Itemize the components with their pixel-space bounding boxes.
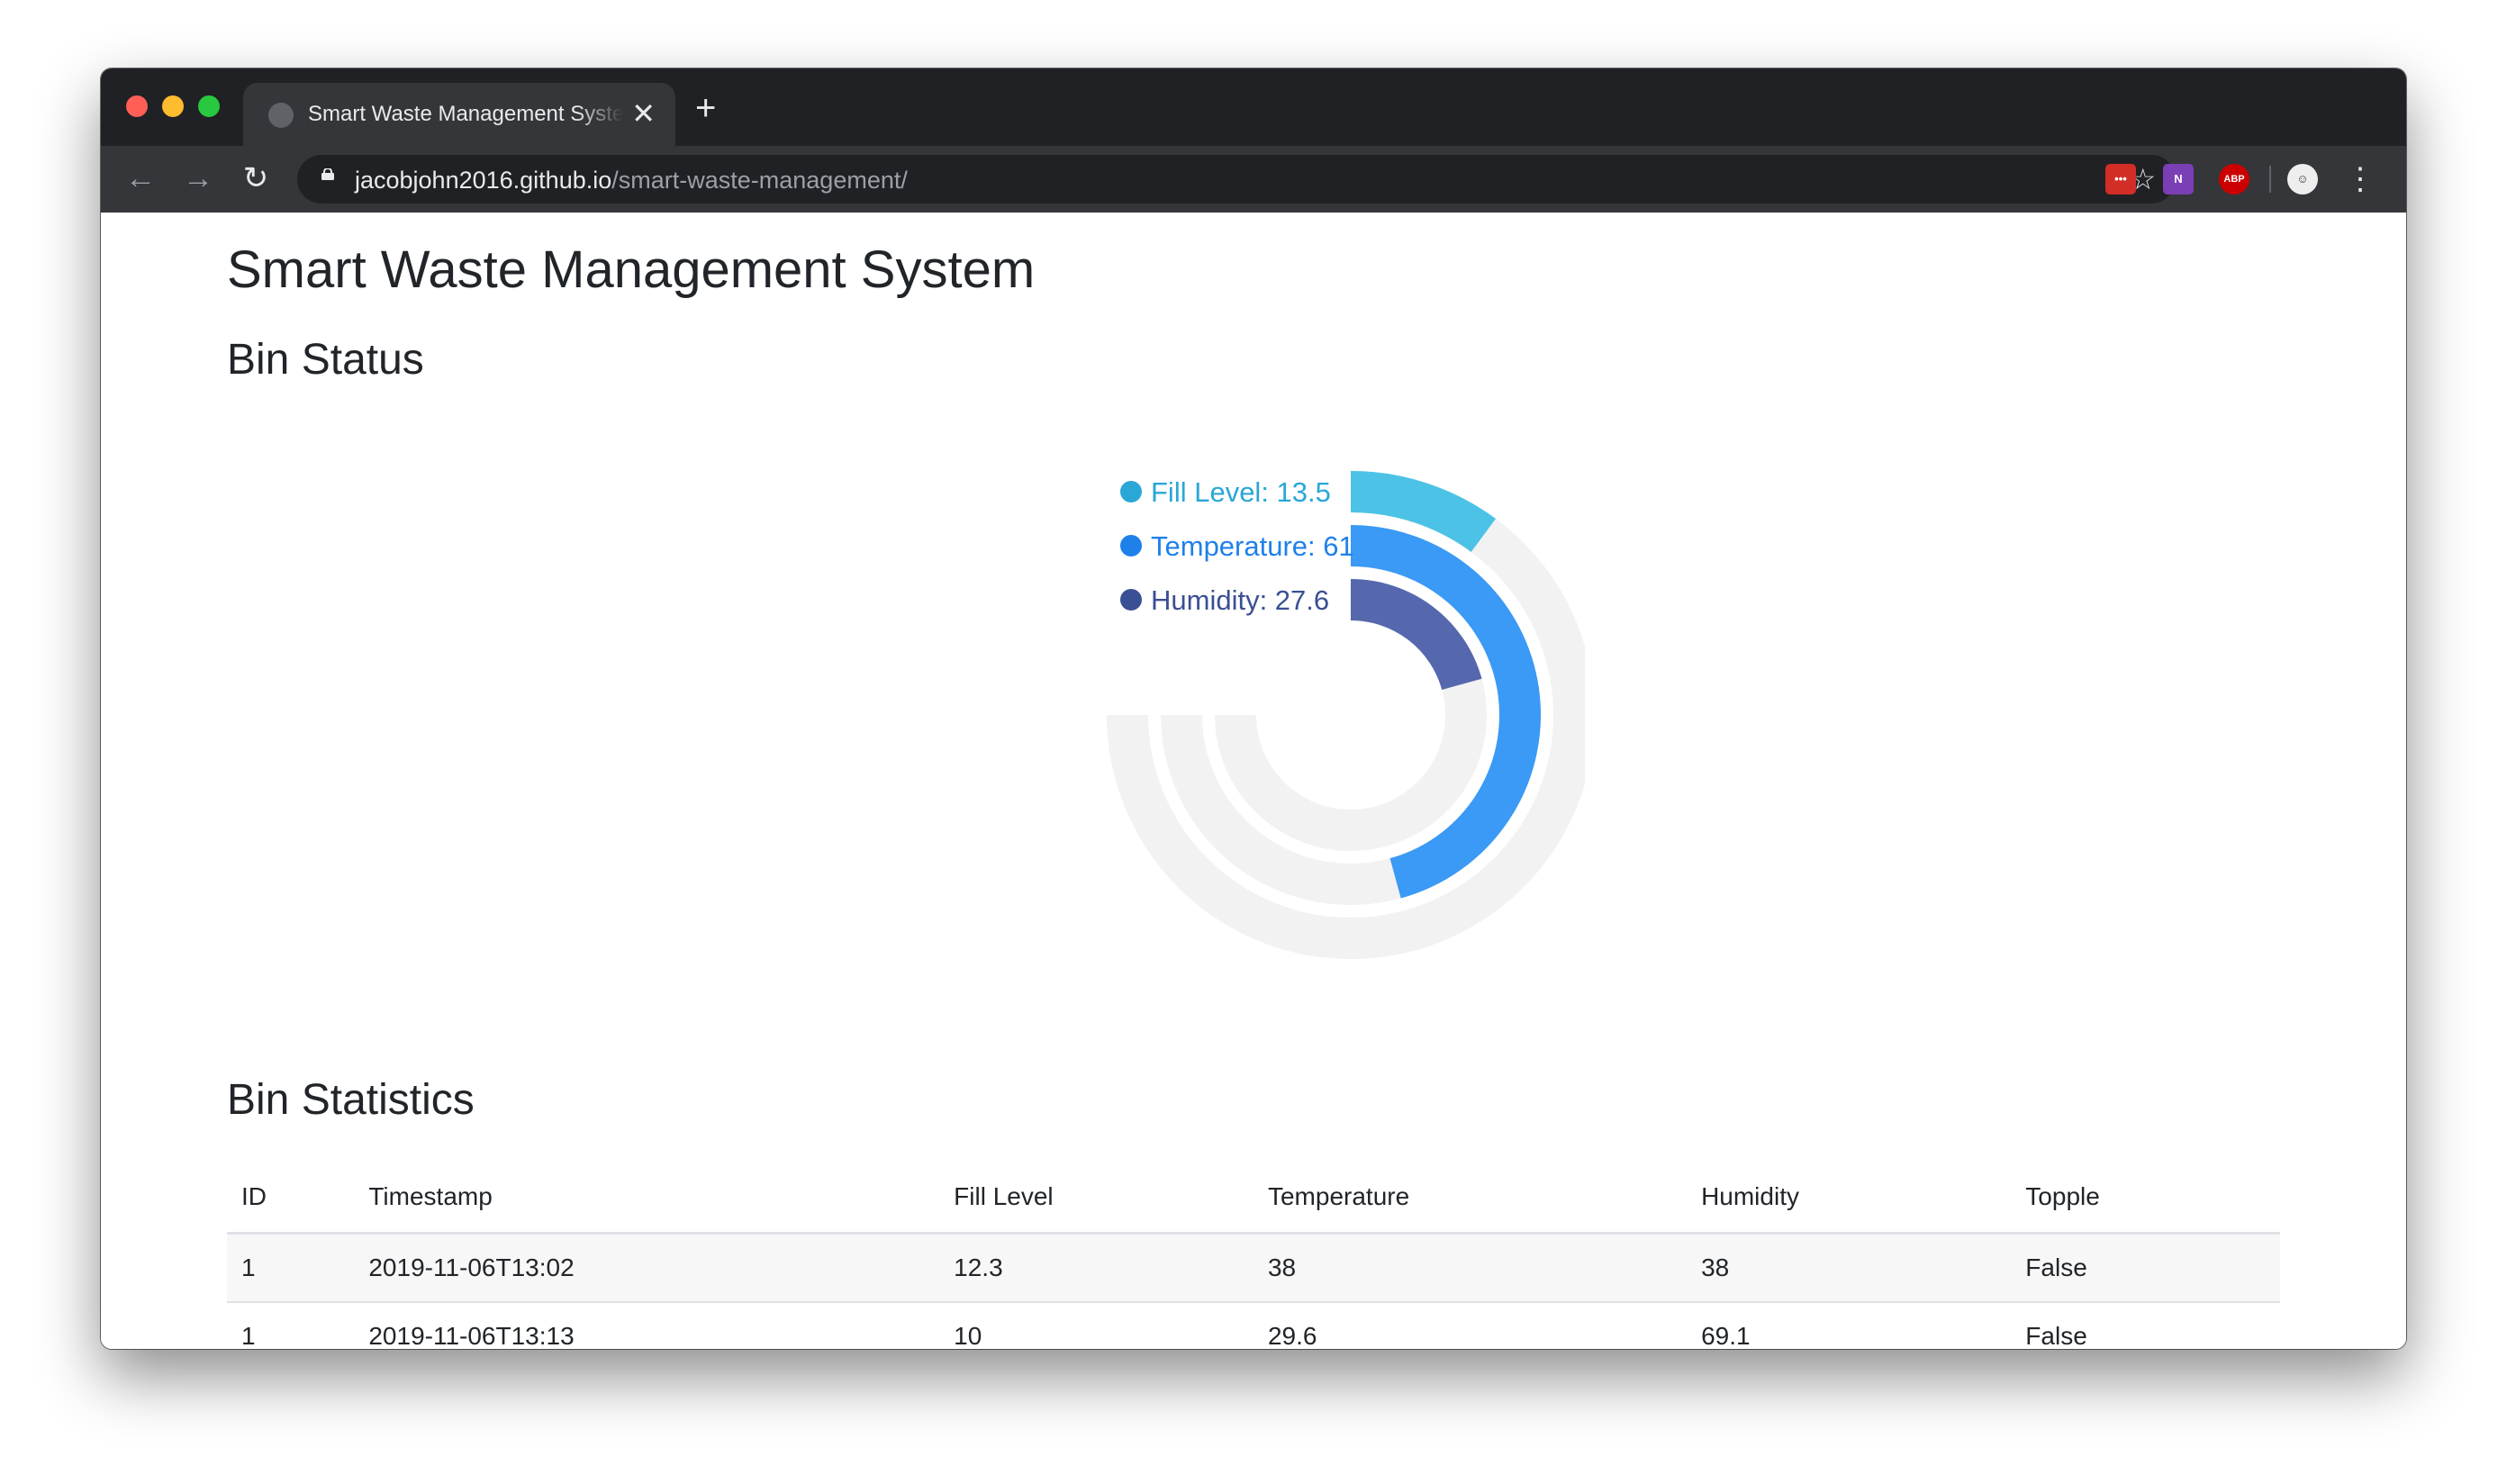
table-cell: 1 [227,1232,355,1302]
table-header-row: ID Timestamp Fill Level Temperature Humidity… [227,1162,2280,1235]
table-body: 1 2019-11-06T13:02 12.3 38 38 False 1 2019-11-0… [227,1232,2280,1349]
legend-label: Temperature: 61 [1151,530,1354,562]
legend-label: Humidity: 27.6 [1151,584,1329,616]
menu-icon[interactable]: ⋮ [2345,162,2376,196]
table-cell: 12.3 [939,1232,1254,1302]
bin-statistics-table: ID Timestamp Fill Level Temperature Humidity… [227,1162,2280,1349]
globe-icon [268,103,294,128]
table-header-cell: Timestamp [354,1162,940,1235]
table-cell: 38 [1253,1232,1688,1302]
url-path: /smart-waste-management/ [611,167,908,194]
table-row: 1 2019-11-06T13:13 10 29.6 69.1 False [227,1301,2280,1349]
table-cell: 10 [939,1301,1254,1349]
table-cell: 2019-11-06T13:02 [354,1232,940,1302]
reload-icon[interactable]: ↻ [236,158,276,198]
legend-marker [1120,589,1142,611]
toolbar-divider [2269,166,2271,193]
legend-label: Fill Level: 13.5 [1151,476,1331,508]
table-cell: 38 [1687,1232,2012,1302]
url-host: jacobjohn2016.github.io [355,167,612,194]
legend-marker [1120,481,1142,502]
browser-window: Smart Waste Management System ✕ + ← → ↻ … [101,68,2406,1349]
maximize-window-button[interactable] [198,95,220,117]
table-cell: 1 [227,1301,355,1349]
onenote-icon[interactable]: N [2163,164,2194,195]
table-header-cell: ID [227,1162,355,1235]
close-window-button[interactable] [126,95,148,117]
browser-tab[interactable]: Smart Waste Management System ✕ [243,83,675,146]
minimize-window-button[interactable] [162,95,184,117]
table-cell: 69.1 [1687,1301,2012,1349]
table-row: 1 2019-11-06T13:02 12.3 38 38 False [227,1232,2280,1302]
bin-status-heading: Bin Status [227,336,424,384]
table-header-cell: Topple [2011,1162,2280,1235]
page-content: Smart Waste Management System Bin Status… [101,213,2406,1349]
close-tab-icon[interactable]: ✕ [631,95,656,131]
table-header-cell: Fill Level [939,1162,1254,1235]
tab-strip: Smart Waste Management System ✕ + [101,68,2406,146]
forward-arrow-icon[interactable]: → [178,158,218,198]
lock-icon [321,168,334,180]
adblock-icon[interactable]: ABP [2219,164,2249,195]
bin-statistics-heading: Bin Statistics [227,1076,475,1124]
legend-marker [1120,535,1142,556]
new-tab-button[interactable]: + [695,90,716,126]
bin-status-radial-chart: Fill Level: 13.5 Temperature: 61 Humidity:… [1107,471,1585,959]
table-cell: False [2011,1232,2280,1302]
profile-icon[interactable]: ☺ [2287,164,2318,195]
lastpass-icon[interactable]: ••• [2105,164,2136,195]
table-header-cell: Temperature [1253,1162,1688,1235]
table-cell: False [2011,1301,2280,1349]
table-cell: 29.6 [1253,1301,1688,1349]
url-text: jacobjohn2016.github.io/smart-waste-mana… [355,167,908,195]
table-header-cell: Humidity [1687,1162,2012,1235]
radial-bar-humidity[interactable] [1350,579,1482,691]
browser-toolbar: ← → ↻ jacobjohn2016.github.io/smart-wast… [101,146,2406,213]
tab-title: Smart Waste Management System [308,102,623,126]
address-bar[interactable]: jacobjohn2016.github.io/smart-waste-mana… [297,155,2176,204]
back-arrow-icon[interactable]: ← [121,158,160,198]
table-cell: 2019-11-06T13:13 [354,1301,940,1349]
page-title: Smart Waste Management System [227,240,1036,299]
